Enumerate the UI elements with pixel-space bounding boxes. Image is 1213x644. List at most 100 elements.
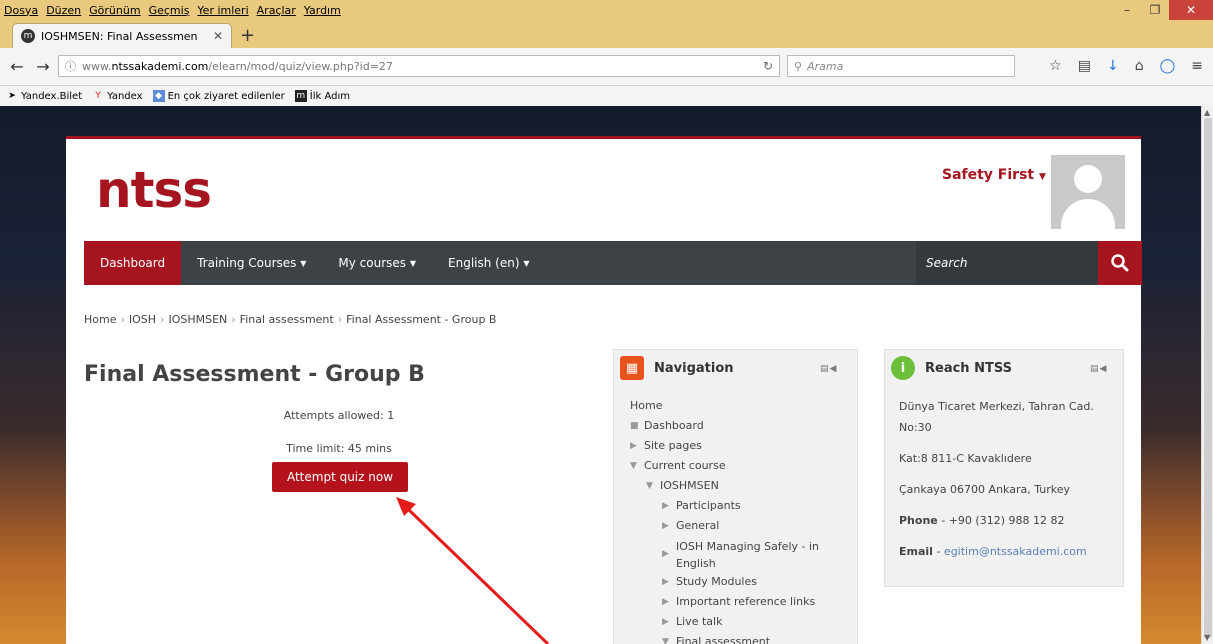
nav-tree-dashboard[interactable]: ■ Dashboard [630, 416, 819, 436]
phone-line: Phone - +90 (312) 988 12 82 [899, 510, 1104, 531]
new-tab-icon[interactable]: + [240, 25, 255, 46]
bookmark-most-visited[interactable]: ◆ En çok ziyaret edilenler [152, 90, 285, 102]
scroll-down-icon[interactable]: ▼ [1204, 633, 1210, 642]
url-path: /elearn/mod/quiz/view.php?id=27 [208, 59, 393, 73]
tree-label: Dashboard [644, 419, 704, 432]
caret-down-icon: ▼ [630, 461, 637, 471]
phone-value: - +90 (312) 988 12 82 [937, 514, 1065, 527]
menu-help[interactable]: Yardım [304, 4, 341, 17]
block-controls-icon[interactable]: ▤◀ [820, 364, 837, 374]
tab-close-icon[interactable]: ✕ [213, 29, 223, 43]
nav-dashboard[interactable]: Dashboard [84, 241, 182, 285]
reading-list-icon[interactable]: ▤ [1078, 58, 1091, 74]
url-prefix: www. [82, 59, 112, 73]
nav-my-courses[interactable]: My courses ▼ [322, 241, 432, 285]
menu-history[interactable]: Geçmiş [149, 4, 190, 17]
menu-file[interactable]: Dosya [4, 4, 38, 17]
reload-icon[interactable]: ↻ [763, 59, 773, 73]
shield-icon[interactable]: ◯ [1160, 58, 1176, 74]
scroll-up-icon[interactable]: ▲ [1204, 108, 1210, 117]
nav-tree-home[interactable]: Home [630, 396, 819, 416]
browser-search-placeholder: Arama [807, 59, 844, 73]
nav-language[interactable]: English (en) ▼ [432, 241, 545, 285]
back-icon[interactable]: ← [6, 57, 28, 76]
nav-tree-participants[interactable]: ▶ Participants [630, 496, 819, 516]
nav-tree-course[interactable]: ▼ IOSHMSEN [630, 476, 819, 496]
breadcrumb-final-assessment[interactable]: Final assessment [240, 313, 334, 326]
site-logo[interactable]: ntss [96, 161, 212, 219]
nav-tree-live-talk[interactable]: ▶ Live talk [630, 612, 819, 632]
moodle-icon: m [294, 90, 307, 102]
nav-training-courses[interactable]: Training Courses ▼ [181, 241, 322, 285]
hamburger-menu-icon[interactable]: ≡ [1191, 58, 1203, 74]
bookmark-label: En çok ziyaret edilenler [167, 90, 285, 102]
breadcrumb-current[interactable]: Final Assessment - Group B [346, 313, 496, 326]
close-window-icon[interactable]: ✕ [1169, 0, 1213, 20]
tree-label: Final assessment [676, 635, 771, 644]
breadcrumb-home[interactable]: Home [84, 313, 116, 326]
nav-tree-current-course[interactable]: ▼ Current course [630, 456, 819, 476]
reach-content: Dünya Ticaret Merkezi, Tahran Cad. No:30… [899, 396, 1104, 572]
avatar[interactable] [1051, 155, 1125, 229]
scrollbar-thumb[interactable] [1204, 118, 1212, 638]
navigation-block: ▦ Navigation ▤◀ Home ■ Dashboard ▶ Site pa… [613, 349, 858, 644]
address-bar[interactable]: ⓘ www. ntssakademi.com/elearn/mod/quiz/vi… [58, 55, 780, 77]
caret-down-icon: ▼ [300, 258, 307, 268]
bookmark-yandex[interactable]: Y Yandex [92, 90, 142, 102]
menu-edit[interactable]: Düzen [46, 4, 81, 17]
browser-search-input[interactable]: ⚲ Arama [787, 55, 1015, 77]
menu-bar: Dosya Düzen Görünüm Geçmiş Yer imleri Ar… [0, 0, 1213, 20]
home-icon[interactable]: ⌂ [1135, 58, 1144, 74]
download-icon[interactable]: ↓ [1107, 58, 1119, 74]
nav-tree-general[interactable]: ▶ General [630, 516, 819, 536]
site-search-button[interactable] [1098, 241, 1142, 285]
nav-tree-managing-safely[interactable]: ▶ IOSH Managing Safely - in English [630, 538, 819, 572]
nav-tree-reference-links[interactable]: ▶ Important reference links [630, 592, 819, 612]
time-limit: Time limit: 45 mins [286, 442, 392, 455]
tree-label: IOSHMSEN [660, 479, 719, 492]
bookmark-label: İlk Adım [309, 90, 351, 102]
menu-tools[interactable]: Araçlar [257, 4, 296, 17]
browser-tab[interactable]: m IOSHMSEN: Final Assessmen ✕ [12, 23, 232, 48]
page-viewport: ntss Safety First ▼ Dashboard Training C… [0, 106, 1201, 644]
attempts-allowed: Attempts allowed: 1 [283, 409, 395, 422]
user-menu[interactable]: Safety First ▼ [942, 167, 1046, 183]
forward-icon[interactable]: → [32, 57, 54, 76]
caret-down-icon: ▼ [1038, 172, 1046, 182]
yandex-icon: Y [95, 91, 101, 101]
star-icon[interactable]: ☆ [1049, 58, 1062, 74]
address-line-2: Kat:8 811-C Kavaklıdere [899, 452, 1032, 465]
page-scrollbar[interactable]: ▲ ▼ [1201, 106, 1213, 644]
bookmark-first-step[interactable]: m İlk Adım [294, 90, 351, 102]
tree-label: Current course [644, 459, 726, 472]
minimize-icon[interactable]: – [1113, 0, 1141, 20]
caret-down-icon: ▼ [662, 637, 669, 644]
menu-bookmarks[interactable]: Yer imleri [197, 4, 248, 17]
nav-label: Training Courses [197, 256, 297, 270]
breadcrumb-iosh[interactable]: IOSH [129, 313, 156, 326]
caret-down-icon: ▼ [523, 258, 530, 268]
block-controls-icon[interactable]: ▤◀ [1090, 364, 1107, 374]
site-info-icon[interactable]: ⓘ [65, 58, 76, 74]
site-search-input[interactable]: Search [916, 241, 1098, 285]
breadcrumb-ioshmsen[interactable]: IOSHMSEN [168, 313, 227, 326]
nav-tree-study-modules[interactable]: ▶ Study Modules [630, 572, 819, 592]
menu-view[interactable]: Görünüm [89, 4, 140, 17]
most-visited-icon: ◆ [152, 90, 165, 102]
restore-icon[interactable]: ❐ [1141, 0, 1169, 20]
search-icon [1111, 254, 1129, 272]
caret-right-icon: ▶ [662, 577, 669, 587]
nav-label: English (en) [448, 256, 520, 270]
nav-tree-final-assessment[interactable]: ▼ Final assessment [630, 632, 819, 644]
tree-label: Site pages [644, 439, 702, 452]
nav-tree-site-pages[interactable]: ▶ Site pages [630, 436, 819, 456]
email-link[interactable]: egitim@ntssakademi.com [944, 545, 1087, 558]
nav-label: My courses [338, 256, 407, 270]
tree-label: English [676, 557, 716, 570]
caret-right-icon: ▶ [630, 441, 637, 451]
attempt-quiz-button[interactable]: Attempt quiz now [272, 462, 408, 492]
caret-right-icon: ▶ [662, 501, 669, 511]
nav-toolbar: ← → ⓘ www. ntssakademi.com/elearn/mod/qui… [0, 48, 1213, 86]
bookmark-yandex-bilet[interactable]: ➤ Yandex.Bilet [6, 90, 82, 102]
tree-label: Home [630, 399, 663, 412]
